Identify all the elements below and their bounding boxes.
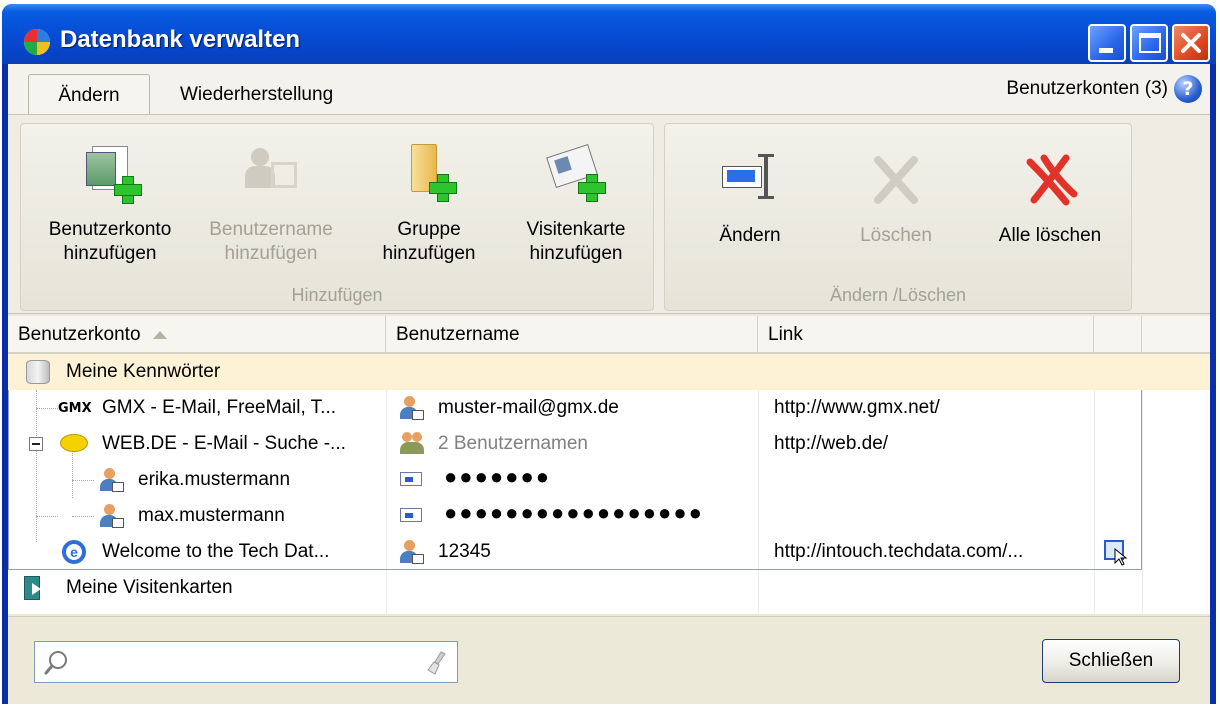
app-logo-icon (24, 29, 50, 55)
add-username-icon (241, 144, 301, 204)
window-title: Datenbank verwalten (60, 26, 301, 53)
username-count: 2 Benutzernamen (438, 433, 588, 454)
business-cards-icon (24, 576, 48, 600)
column-header-link-label: Link (768, 324, 803, 345)
add-card-button[interactable]: Visitenkarte hinzufügen (511, 143, 641, 266)
edit-button[interactable]: Ändern (695, 150, 805, 248)
group-label-aendern-loeschen: Ändern /Löschen (829, 285, 967, 305)
password-mask: ●●●●●●● (444, 464, 552, 489)
group-row-cards[interactable]: Meine Visitenkarten (8, 570, 1210, 606)
delete-button[interactable]: Löschen (841, 150, 951, 248)
delete-all-icon (1020, 150, 1080, 210)
minimize-icon (1099, 48, 1113, 53)
username: max.mustermann (138, 505, 285, 526)
add-group-label-1: Gruppe (397, 219, 461, 240)
add-account-label-2: hinzufügen (63, 243, 157, 264)
table-row[interactable]: GMX GMX - E-Mail, FreeMail, T... muster-… (8, 390, 1210, 426)
help-icon[interactable]: ? (1174, 75, 1202, 103)
column-header-account-label: Benutzerkonto (18, 324, 141, 345)
table-row[interactable]: max.mustermann ●●●●●●●●●●●●●●●●● (8, 498, 1210, 534)
gmx-logo-icon: GMX (58, 401, 92, 416)
group-name: Meine Kennwörter (66, 361, 221, 382)
group-name: Meine Visitenkarten (66, 577, 233, 598)
account-name: GMX - E-Mail, FreeMail, T... (102, 397, 337, 418)
close-window-button[interactable] (1172, 24, 1210, 62)
account-link[interactable]: http://intouch.techdata.com/... (774, 541, 1023, 563)
add-username-label-1: Benutzername (209, 219, 333, 240)
add-group-button[interactable]: Gruppe hinzufügen (369, 144, 489, 266)
edit-field-icon (720, 150, 780, 210)
add-card-label-1: Visitenkarte (526, 219, 626, 240)
add-account-button[interactable]: Benutzerkonto hinzufügen (35, 144, 185, 266)
table-row[interactable]: e Welcome to the Tech Dat... 12345 http:… (8, 534, 1210, 570)
title-bar[interactable]: Datenbank verwalten (2, 4, 1216, 64)
account-name: WEB.DE - E-Mail - Suche -... (102, 433, 346, 454)
column-header-username-label: Benutzername (396, 324, 520, 345)
sort-ascending-icon (152, 330, 167, 339)
open-login-icon[interactable] (1104, 540, 1128, 566)
search-box[interactable] (34, 641, 458, 683)
search-input[interactable] (81, 646, 401, 678)
table-row[interactable]: erika.mustermann ●●●●●●● (8, 462, 1210, 498)
grid-header: Benutzerkonto Benutzername Link (8, 316, 1210, 354)
webde-logo-icon (60, 432, 88, 456)
add-username-label-2: hinzufügen (224, 243, 318, 264)
username: erika.mustermann (138, 469, 291, 490)
delete-label: Löschen (860, 225, 932, 246)
clear-brush-icon[interactable] (425, 650, 449, 676)
password-mask: ●●●●●●●●●●●●●●●●● (444, 500, 704, 525)
bottom-bar: Schließen (8, 616, 1210, 704)
username: 12345 (438, 541, 491, 562)
group-hinzufuegen: Benutzerkonto hinzufügen Benutzername hinz… (20, 123, 654, 311)
ribbon: Benutzerkonto hinzufügen Benutzername hinz… (8, 114, 1210, 314)
column-header-account[interactable]: Benutzerkonto (8, 316, 386, 352)
maximize-button[interactable] (1130, 24, 1168, 62)
tab-wiederherstellung[interactable]: Wiederherstellung (180, 74, 333, 114)
close-x-icon (1181, 33, 1201, 53)
add-card-label-2: hinzufügen (529, 243, 623, 264)
tab-aendern[interactable]: Ändern (28, 74, 150, 114)
delete-all-button[interactable]: Alle löschen (985, 150, 1115, 248)
delete-icon (866, 150, 926, 210)
add-username-button[interactable]: Benutzername hinzufügen (191, 144, 351, 266)
user-icon (400, 540, 424, 564)
internet-explorer-icon: e (62, 540, 86, 564)
password-field-icon (400, 472, 422, 486)
add-folder-icon (399, 144, 459, 204)
user-icon (100, 504, 124, 528)
delete-all-label: Alle löschen (998, 225, 1102, 246)
collapse-toggle-icon[interactable] (29, 437, 43, 451)
database-icon (26, 360, 50, 384)
column-header-username[interactable]: Benutzername (386, 316, 758, 352)
username: muster-mail@gmx.de (438, 397, 619, 418)
add-account-icon (80, 144, 142, 204)
users-group-icon (400, 432, 424, 456)
add-account-label-1: Benutzerkonto (48, 219, 172, 240)
search-icon (44, 651, 67, 675)
main-window: Datenbank verwalten Ändern Wiederherstel… (2, 4, 1216, 704)
column-header-link[interactable]: Link (758, 316, 1094, 352)
accounts-count-label: Benutzerkonten (3) (1006, 78, 1168, 99)
maximize-icon (1139, 33, 1161, 53)
close-dialog-button[interactable]: Schließen (1042, 639, 1180, 683)
group-row-passwords[interactable]: Meine Kennwörter (8, 354, 1210, 390)
user-icon (100, 468, 124, 492)
group-label-hinzufuegen: Hinzufügen (291, 285, 383, 305)
account-link[interactable]: http://www.gmx.net/ (774, 397, 940, 419)
client-area: Ändern Wiederherstellung Benutzerkonten … (8, 64, 1210, 704)
user-icon (400, 396, 424, 420)
tab-strip: Ändern Wiederherstellung Benutzerkonten … (8, 64, 1210, 114)
account-name: Welcome to the Tech Dat... (102, 541, 330, 562)
table-row[interactable]: WEB.DE - E-Mail - Suche -... 2 Benutzern… (8, 426, 1210, 462)
minimize-button[interactable] (1088, 24, 1126, 62)
group-aendern-loeschen: Ändern Löschen Alle löschen Ändern /Lösc… (664, 123, 1132, 311)
grid-body: Meine Kennwörter GMX GMX - E-Mail, FreeM… (8, 354, 1210, 614)
password-field-icon (400, 508, 422, 522)
account-link[interactable]: http://web.de/ (774, 433, 888, 455)
business-card-icon (546, 143, 606, 204)
add-group-label-2: hinzufügen (382, 243, 476, 264)
column-header-action (1094, 316, 1142, 352)
edit-label: Ändern (719, 225, 781, 246)
